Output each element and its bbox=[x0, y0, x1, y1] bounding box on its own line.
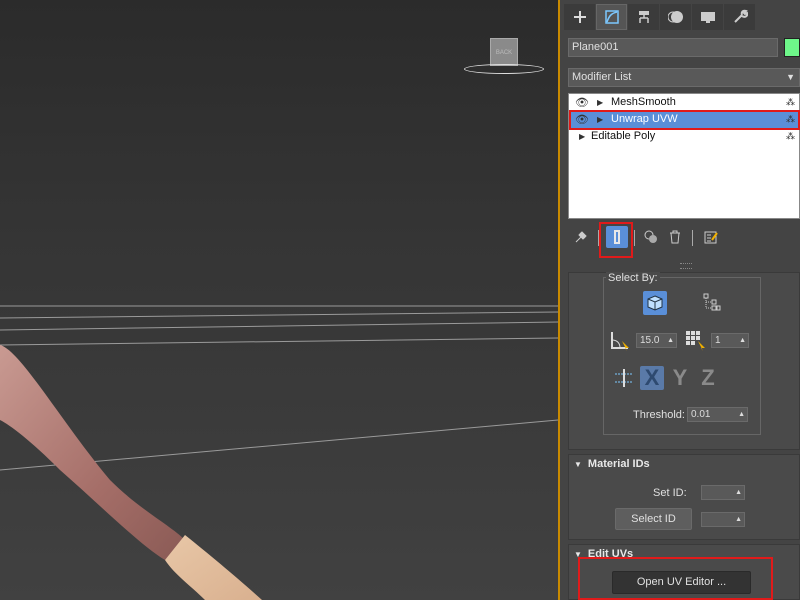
rollout-title: Material IDs bbox=[587, 458, 650, 470]
edge-loop-icon bbox=[615, 369, 633, 387]
configure-modifier-sets-button[interactable] bbox=[700, 226, 722, 248]
rollout-title: Edit UVs bbox=[587, 548, 634, 560]
tab-display[interactable] bbox=[692, 4, 723, 30]
hierarchy-icon bbox=[638, 11, 649, 23]
stack-item-meshsmooth[interactable]: 👁 ▶ MeshSmooth ⁂ bbox=[569, 94, 799, 111]
axis-z-button[interactable]: Z bbox=[696, 365, 720, 390]
threshold-spinner[interactable]: 0.01 ▲ bbox=[687, 407, 748, 422]
modifier-list-label: Modifier List bbox=[572, 71, 632, 83]
stack-toolbar bbox=[568, 226, 800, 250]
motion-icon bbox=[667, 11, 683, 23]
expand-arrow-icon[interactable]: ▶ bbox=[597, 94, 603, 111]
remove-modifier-button[interactable] bbox=[664, 226, 686, 248]
object-name-field[interactable]: Plane001 bbox=[568, 38, 778, 57]
spinner-arrows-icon[interactable]: ▲ bbox=[735, 486, 742, 499]
axis-x-button[interactable]: X bbox=[640, 365, 664, 390]
set-id-label: Set ID: bbox=[653, 487, 687, 499]
collapse-arrow-icon: ▼ bbox=[574, 460, 582, 469]
arm-mesh bbox=[0, 345, 185, 560]
grid-count-spinner[interactable]: 1 ▲ bbox=[711, 333, 749, 348]
open-uv-editor-button[interactable]: Open UV Editor ... bbox=[612, 571, 751, 594]
set-id-spinner[interactable]: ▲ bbox=[701, 485, 745, 500]
pin-icon bbox=[575, 231, 587, 243]
spinner-arrows-icon[interactable]: ▲ bbox=[738, 408, 745, 421]
spinner-arrows-icon[interactable]: ▲ bbox=[739, 334, 746, 347]
stack-item-label: Unwrap UVW bbox=[611, 113, 678, 125]
command-panel-tabs bbox=[564, 4, 756, 30]
viewport-grid bbox=[0, 305, 558, 600]
tab-modify[interactable] bbox=[596, 4, 627, 30]
modifier-list-dropdown[interactable]: Modifier List ▼ bbox=[568, 68, 800, 87]
axis-z-label: Z bbox=[701, 365, 715, 390]
modifier-stack: 👁 ▶ MeshSmooth ⁂ 👁 ▶ Unwrap UVW ⁂ ▶ Edit… bbox=[568, 93, 800, 219]
collapse-arrow-icon: ▼ bbox=[574, 550, 582, 559]
expand-arrow-icon[interactable]: ▶ bbox=[579, 128, 585, 145]
tab-utilities[interactable] bbox=[724, 4, 755, 30]
planar-angle-value: 15.0 bbox=[640, 335, 660, 346]
display-icon bbox=[700, 12, 715, 23]
spinner-arrows-icon[interactable]: ▲ bbox=[735, 513, 742, 526]
expand-arrow-icon[interactable]: ▶ bbox=[597, 111, 603, 128]
select-by-hierarchy-button[interactable] bbox=[699, 291, 723, 315]
threshold-label: Threshold: bbox=[633, 409, 685, 421]
stack-item-unwrap-uvw[interactable]: 👁 ▶ Unwrap UVW ⁂ bbox=[569, 111, 799, 128]
command-panel: Plane001 Modifier List ▼ 👁 ▶ MeshSmooth … bbox=[560, 0, 800, 600]
separator bbox=[598, 230, 599, 246]
rollout-material-ids-header[interactable]: ▼ Material IDs bbox=[574, 458, 650, 470]
threshold-value: 0.01 bbox=[691, 409, 711, 420]
viewcube-label: BACK bbox=[495, 50, 513, 56]
stack-item-label: MeshSmooth bbox=[611, 96, 676, 108]
instance-icon: ⁂ bbox=[786, 97, 795, 107]
tab-create[interactable] bbox=[564, 4, 595, 30]
planar-angle-button[interactable] bbox=[608, 328, 632, 352]
hierarchy-select-icon bbox=[703, 293, 721, 311]
separator bbox=[692, 230, 693, 246]
trash-icon bbox=[670, 230, 680, 244]
tab-hierarchy[interactable] bbox=[628, 4, 659, 30]
hand-mesh bbox=[165, 535, 262, 600]
eye-icon[interactable]: 👁 bbox=[575, 95, 589, 112]
configure-icon bbox=[704, 231, 718, 244]
eye-icon[interactable]: 👁 bbox=[575, 112, 589, 129]
chevron-down-icon: ▼ bbox=[786, 72, 795, 82]
show-end-result-icon bbox=[614, 230, 620, 244]
viewcube[interactable]: BACK bbox=[490, 38, 518, 66]
separator bbox=[634, 230, 635, 246]
modify-icon bbox=[604, 10, 619, 24]
object-color-swatch[interactable] bbox=[784, 38, 800, 57]
grid-count-value: 1 bbox=[715, 335, 721, 346]
grid-select-icon bbox=[686, 331, 705, 351]
select-id-spinner[interactable]: ▲ bbox=[701, 512, 745, 527]
cube-icon bbox=[647, 295, 663, 311]
select-id-button[interactable]: Select ID bbox=[615, 508, 692, 530]
pin-stack-button[interactable] bbox=[570, 226, 592, 248]
spinner-arrows-icon[interactable]: ▲ bbox=[667, 334, 674, 347]
tab-motion[interactable] bbox=[660, 4, 691, 30]
planar-angle-spinner[interactable]: 15.0 ▲ bbox=[636, 333, 677, 348]
make-unique-icon bbox=[644, 230, 657, 243]
make-unique-button[interactable] bbox=[640, 226, 662, 248]
panel-resize-grip[interactable] bbox=[680, 263, 692, 269]
viewcube-ring[interactable] bbox=[464, 64, 544, 74]
rollout-edit-uvs-header[interactable]: ▼ Edit UVs bbox=[574, 548, 633, 560]
select-by-label: Select By: bbox=[606, 272, 660, 284]
select-by-grid-button[interactable] bbox=[683, 328, 707, 352]
utilities-icon bbox=[733, 9, 748, 23]
planar-angle-icon bbox=[611, 332, 629, 351]
ring-loop-button[interactable] bbox=[612, 366, 636, 390]
instance-icon: ⁂ bbox=[786, 114, 795, 124]
instance-icon: ⁂ bbox=[786, 131, 795, 141]
axis-y-label: Y bbox=[672, 365, 688, 390]
stack-item-editable-poly[interactable]: ▶ Editable Poly ⁂ bbox=[569, 128, 799, 145]
axis-x-label: X bbox=[644, 365, 660, 390]
show-end-result-button[interactable] bbox=[606, 226, 628, 248]
stack-item-label: Editable Poly bbox=[591, 130, 656, 142]
plus-icon bbox=[573, 11, 586, 23]
viewport[interactable]: BACK bbox=[0, 0, 558, 600]
select-element-button[interactable] bbox=[643, 291, 667, 315]
axis-y-button[interactable]: Y bbox=[668, 365, 692, 390]
